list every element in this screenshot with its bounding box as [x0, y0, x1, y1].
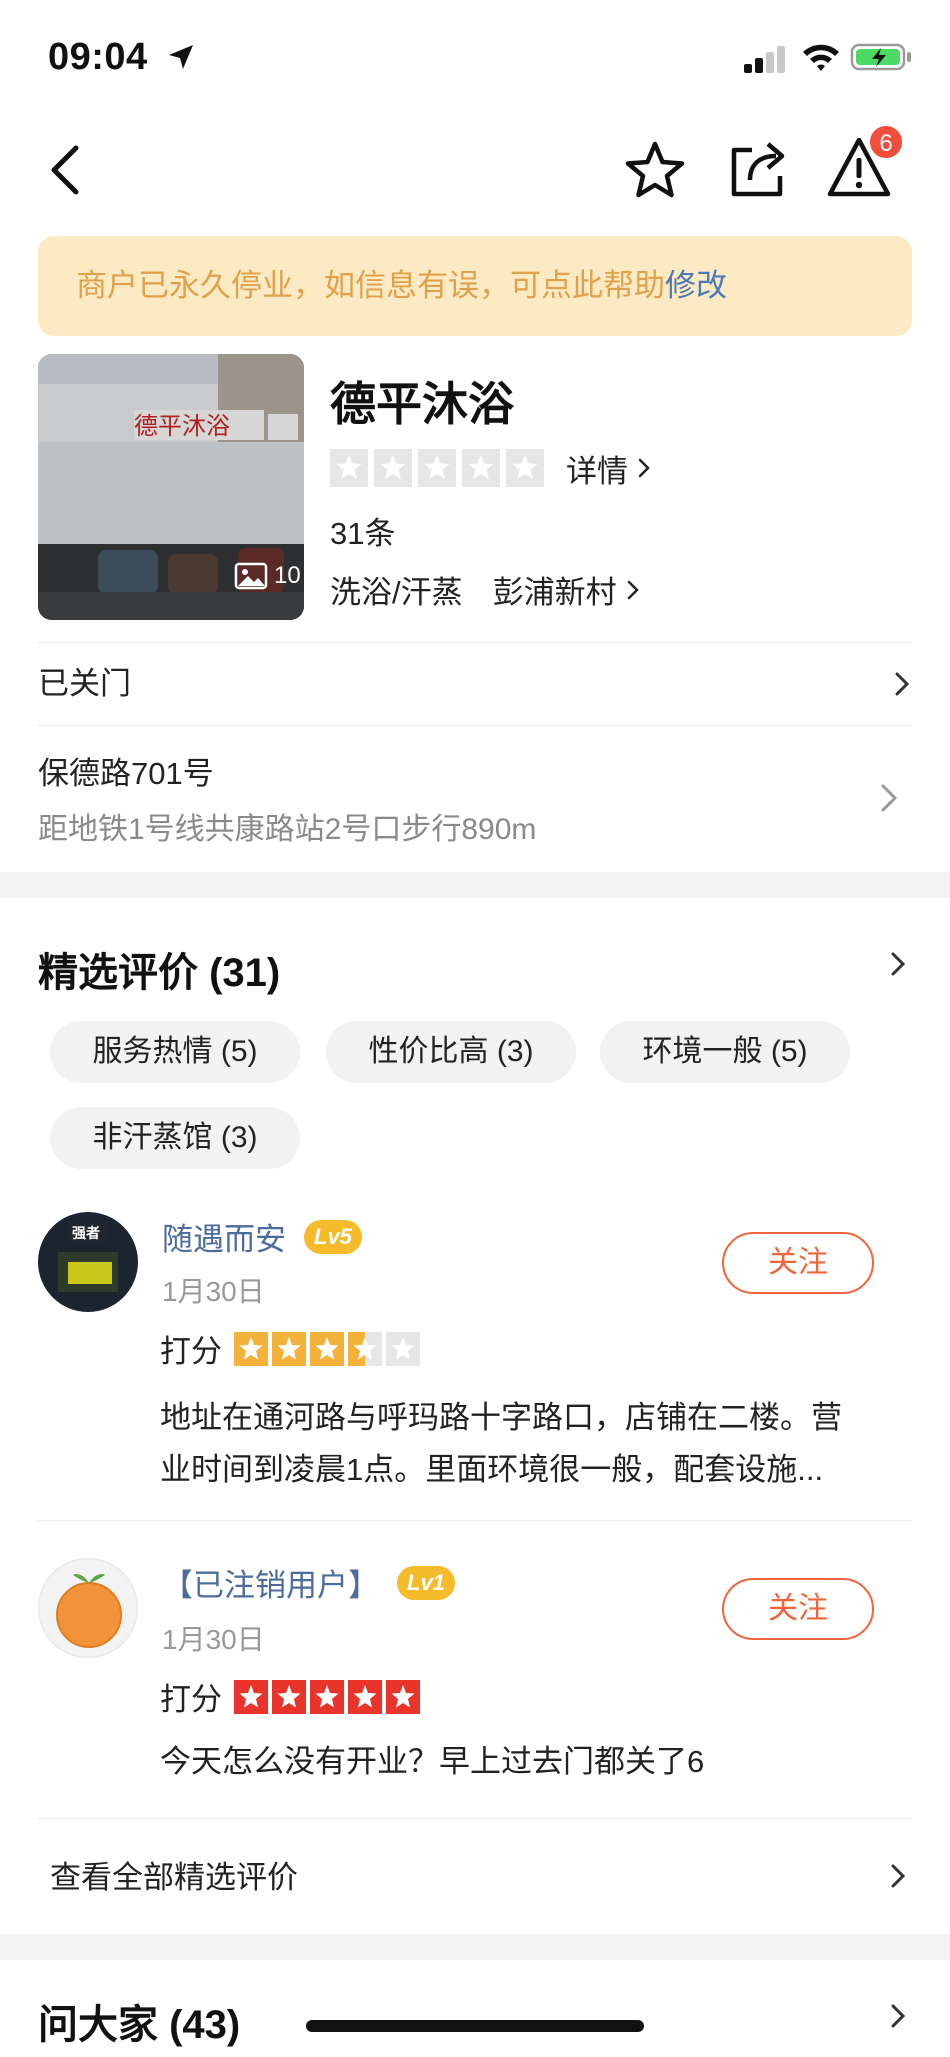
- svg-text:强者: 强者: [72, 1226, 100, 1242]
- level-badge: Lv1: [397, 1565, 455, 1600]
- notice-edit-link[interactable]: 修改: [665, 268, 727, 303]
- category-row: 洗浴/汗蒸 彭浦新村: [330, 567, 643, 612]
- filled-star-icon: [310, 1679, 344, 1714]
- shop-rating-row[interactable]: 详情: [330, 446, 654, 491]
- filled-star-icon: [272, 1331, 306, 1366]
- see-all-reviews-link[interactable]: 查看全部精选评价: [50, 1852, 298, 1897]
- detail-label: 详情: [566, 453, 628, 489]
- shop-name: 德平沐浴: [330, 378, 514, 430]
- cellular-signal-icon: [744, 46, 785, 73]
- empty-star-icon: [506, 449, 544, 487]
- empty-star-icon: [418, 449, 456, 487]
- reviewer-name-row[interactable]: 【已注销用户】 Lv1: [162, 1560, 455, 1605]
- notice-text: 商户已永久停业，如信息有误，可点此帮助: [76, 268, 665, 303]
- review-tag[interactable]: 服务热情 (5): [50, 1021, 300, 1083]
- filled-star-icon: [310, 1331, 344, 1366]
- address-transit: 距地铁1号线共康路站2号口步行890m: [38, 813, 537, 846]
- status-bar: 09:04: [0, 0, 950, 110]
- favorite-star-icon[interactable]: [622, 138, 688, 202]
- detail-link[interactable]: 详情: [566, 446, 654, 491]
- avatar[interactable]: 强者: [38, 1212, 138, 1312]
- review-stars: [234, 1331, 424, 1366]
- closure-notice-banner[interactable]: 商户已永久停业，如信息有误，可点此帮助修改: [38, 236, 912, 336]
- svg-text:德平沐浴: 德平沐浴: [134, 412, 230, 440]
- follow-button[interactable]: 关注: [722, 1578, 874, 1640]
- section-separator: [0, 1934, 950, 1960]
- divider: [38, 725, 912, 726]
- top-nav-bar: 6: [0, 120, 950, 220]
- review-tag[interactable]: 非汗蒸馆 (3): [50, 1107, 300, 1169]
- divider: [38, 642, 912, 643]
- filled-star-icon: [272, 1679, 306, 1714]
- reviews-section-title[interactable]: 精选评价 (31): [38, 940, 280, 998]
- empty-star-icon: [462, 449, 500, 487]
- location-arrow-icon: [169, 45, 193, 69]
- divider: [38, 1818, 912, 1819]
- business-status: 已关门: [38, 666, 131, 701]
- back-arrow-icon[interactable]: [40, 138, 90, 202]
- divider: [38, 1520, 912, 1521]
- review-date: 1月30日: [162, 1624, 265, 1655]
- avatar[interactable]: [38, 1558, 138, 1658]
- chevron-right-icon: [627, 580, 639, 599]
- status-time: 09:04: [48, 36, 148, 78]
- shop-photo[interactable]: 德平沐浴 10: [38, 354, 304, 620]
- chevron-right-icon[interactable]: [888, 2000, 908, 2032]
- qa-section-title[interactable]: 问大家 (43): [38, 1992, 240, 2050]
- shop-area-link[interactable]: 彭浦新村: [493, 567, 643, 612]
- review-stars: [234, 1679, 424, 1714]
- review-tag[interactable]: 性价比高 (3): [326, 1021, 576, 1083]
- filled-star-icon: [234, 1331, 268, 1366]
- level-badge: Lv5: [304, 1219, 362, 1254]
- share-icon[interactable]: [726, 136, 788, 202]
- review-text-line[interactable]: 业时间到凌晨1点。里面环境很一般，配套设施...: [160, 1444, 823, 1496]
- empty-star-icon: [386, 1331, 420, 1366]
- notification-badge: 6: [868, 124, 904, 160]
- shop-category: 洗浴/汗蒸: [330, 575, 463, 610]
- business-status-row[interactable]: 已关门: [38, 646, 912, 722]
- empty-star-icon: [330, 449, 368, 487]
- photo-count-label: 10: [274, 562, 301, 589]
- chevron-right-icon[interactable]: [888, 948, 908, 980]
- section-separator: [0, 872, 950, 898]
- review-text-line[interactable]: 地址在通河路与呼玛路十字路口，店铺在二楼。营: [160, 1392, 842, 1444]
- review-score-row: 打分: [160, 1326, 424, 1371]
- half-star-icon: [348, 1331, 382, 1366]
- follow-button[interactable]: 关注: [722, 1232, 874, 1294]
- home-indicator[interactable]: [306, 2020, 644, 2032]
- reviewer-name-row[interactable]: 随遇而安 Lv5: [162, 1214, 362, 1259]
- review-date: 1月30日: [162, 1276, 265, 1307]
- chevron-right-icon[interactable]: [878, 780, 900, 816]
- review-score-row: 打分: [160, 1674, 424, 1719]
- filled-star-icon: [234, 1679, 268, 1714]
- shop-area: 彭浦新村: [492, 575, 617, 610]
- review-text-line[interactable]: 今天怎么没有开业？早上过去门都关了6: [160, 1736, 704, 1788]
- chevron-right-icon: [638, 458, 650, 478]
- wifi-icon: [803, 44, 839, 71]
- address-street[interactable]: 保德路701号: [38, 748, 214, 793]
- reviewer-name: 【已注销用户】: [162, 1568, 379, 1603]
- review-count: 31条: [330, 516, 396, 551]
- review-tag[interactable]: 环境一般 (5): [600, 1021, 850, 1083]
- filled-star-icon: [348, 1679, 382, 1714]
- empty-star-icon: [374, 449, 412, 487]
- battery-charging-icon: [850, 43, 911, 71]
- score-label: 打分: [160, 1334, 222, 1369]
- chevron-right-icon[interactable]: [888, 1860, 908, 1892]
- photo-count: 10: [234, 562, 301, 590]
- chevron-right-icon: [895, 672, 910, 696]
- filled-star-icon: [386, 1679, 420, 1714]
- score-label: 打分: [160, 1682, 222, 1717]
- reviewer-name: 随遇而安: [162, 1222, 286, 1257]
- gallery-icon: [234, 562, 268, 590]
